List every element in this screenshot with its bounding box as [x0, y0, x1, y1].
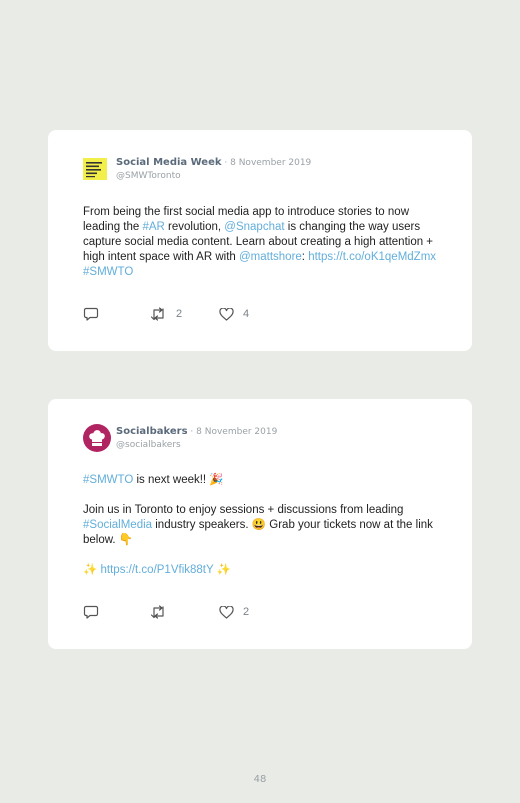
- tweet-link[interactable]: https://t.co/P1Vfik88tY: [101, 564, 214, 576]
- retweet-button[interactable]: 2: [150, 306, 182, 322]
- tweet-link[interactable]: #SocialMedia: [83, 519, 152, 531]
- heart-icon: [219, 307, 234, 321]
- page-number: 48: [253, 774, 267, 785]
- reply-icon: [83, 307, 99, 321]
- tweet-link[interactable]: @mattshore: [239, 251, 302, 263]
- retweet-icon: [150, 307, 164, 321]
- tweet-text-segment: ✨: [83, 564, 101, 576]
- tweet-text-segment: ✨: [213, 564, 231, 576]
- reply-icon: [83, 605, 99, 619]
- tweet-paragraph: Join us in Toronto to enjoy sessions + d…: [83, 503, 443, 548]
- tweet-text: From being the first social media app to…: [83, 205, 443, 280]
- like-count: 4: [243, 308, 250, 320]
- chef-hat-icon: [89, 430, 105, 446]
- retweet-icon: [150, 605, 164, 619]
- reply-button[interactable]: [83, 306, 99, 322]
- tweet-card: Socialbakers · 8 November 2019 @socialba…: [48, 399, 472, 649]
- tweet-link[interactable]: #AR: [142, 221, 164, 233]
- like-count: 2: [243, 606, 250, 618]
- like-button[interactable]: 4: [219, 306, 249, 322]
- like-button[interactable]: 2: [219, 604, 249, 620]
- tweet-text-segment: Join us in Toronto to enjoy sessions + d…: [83, 504, 404, 516]
- author-name[interactable]: Socialbakers: [116, 426, 188, 437]
- post-date: · 8 November 2019: [187, 427, 278, 437]
- tweet-text-segment: revolution,: [164, 221, 225, 233]
- tweet-link[interactable]: @Snapchat: [224, 221, 284, 233]
- tweet-link[interactable]: #SMWTO: [83, 474, 133, 486]
- author-name[interactable]: Social Media Week: [116, 157, 222, 168]
- author-handle[interactable]: @socialbakers: [116, 439, 277, 452]
- retweet-button[interactable]: [150, 604, 167, 620]
- socialbakers-logo[interactable]: [83, 424, 111, 452]
- retweet-count: 2: [176, 308, 183, 320]
- social-media-week-logo[interactable]: [83, 158, 107, 180]
- post-date: · 8 November 2019: [221, 158, 312, 168]
- tweet-card: Social Media Week · 8 November 2019 @SMW…: [48, 130, 472, 351]
- reply-button[interactable]: [83, 604, 99, 620]
- tweet-text-segment: is next week!! 🎉: [133, 474, 224, 486]
- tweet-body: From being the first social media app to…: [83, 205, 443, 280]
- tweet-paragraph: #SMWTO is next week!! 🎉: [83, 473, 443, 488]
- tweet-body: #SMWTO is next week!! 🎉 Join us in Toron…: [83, 473, 443, 578]
- heart-icon: [219, 605, 234, 619]
- tweet-paragraph: ✨ https://t.co/P1Vfik88tY ✨: [83, 563, 443, 578]
- tweet-link[interactable]: #SMWTO: [83, 266, 133, 278]
- tweet-link[interactable]: https://t.co/oK1qeMdZmx: [308, 251, 436, 263]
- author-handle[interactable]: @SMWToronto: [116, 170, 311, 183]
